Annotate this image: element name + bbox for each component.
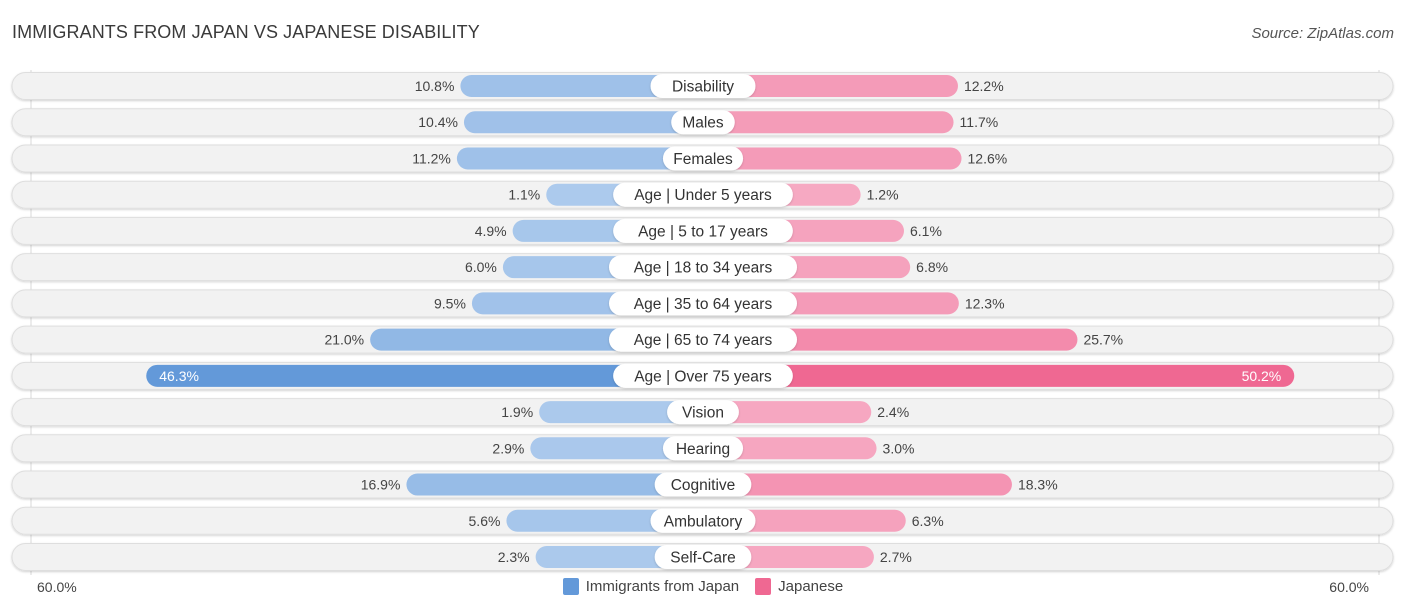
value-label-immigrants: 10.4% [418, 114, 458, 130]
diverging-bar-chart: 10.8% 12.2% Disability 10.4% 11.7% Males 11.2%… [11, 70, 1394, 575]
value-label-japanese: 25.7% [1083, 332, 1123, 348]
value-label-japanese: 18.3% [1018, 477, 1058, 493]
bar-immigrants [463, 111, 703, 134]
category-label: Females [673, 151, 733, 168]
value-label-japanese: 6.3% [912, 513, 944, 529]
category-label: Hearing [676, 441, 730, 458]
legend-swatch-japanese [755, 578, 772, 595]
chart-row: 16.9% 18.3% Cognitive [11, 470, 1394, 499]
chart-row: 10.4% 11.7% Males [11, 108, 1394, 137]
value-label-japanese: 2.4% [877, 404, 909, 420]
category-label: Age | Under 5 years [634, 187, 772, 204]
chart-row: 2.3% 2.7% Self-Care [11, 542, 1394, 571]
chart-row: 2.9% 3.0% Hearing [11, 434, 1394, 463]
value-label-immigrants: 21.0% [324, 332, 364, 348]
value-label-japanese: 12.2% [964, 78, 1004, 94]
category-label: Ambulatory [664, 513, 743, 530]
category-label: Self-Care [670, 549, 735, 566]
legend-label-immigrants: Immigrants from Japan [585, 578, 740, 595]
chart-row: 11.2% 12.6% Females [11, 144, 1394, 173]
value-label-japanese: 12.6% [968, 150, 1008, 166]
category-label: Age | 35 to 64 years [634, 296, 773, 313]
value-label-immigrants: 5.6% [469, 513, 501, 529]
value-label-japanese: 6.1% [910, 223, 942, 239]
value-label-immigrants: 2.9% [492, 440, 524, 456]
value-label-immigrants: 16.9% [361, 477, 401, 493]
value-label-japanese: 50.2% [1242, 368, 1282, 384]
value-label-immigrants: 46.3% [159, 368, 199, 384]
chart-row: 10.8% 12.2% Disability [11, 72, 1394, 100]
value-label-japanese: 2.7% [880, 549, 912, 565]
chart-row: 6.0% 6.8% Age | 18 to 34 years [11, 253, 1394, 282]
value-label-japanese: 11.7% [960, 114, 999, 130]
category-label: Cognitive [671, 477, 736, 494]
value-label-immigrants: 1.9% [501, 404, 533, 420]
legend-item-immigrants: Immigrants from Japan [562, 578, 740, 595]
value-label-immigrants: 2.3% [498, 549, 530, 565]
value-label-japanese: 12.3% [965, 295, 1005, 311]
chart-row: 1.9% 2.4% Vision [11, 398, 1394, 427]
chart-row: 1.1% 1.2% Age | Under 5 years [11, 180, 1394, 209]
category-label: Disability [672, 79, 734, 96]
value-label-japanese: 1.2% [867, 187, 899, 203]
category-label: Vision [682, 405, 724, 422]
category-label: Age | 18 to 34 years [634, 260, 773, 277]
chart-row: 9.5% 12.3% Age | 35 to 64 years [11, 289, 1394, 318]
legend-label-japanese: Japanese [778, 578, 844, 595]
legend-item-japanese: Japanese [755, 578, 843, 595]
category-label: Age | Over 75 years [634, 368, 772, 385]
value-label-immigrants: 10.8% [415, 78, 455, 94]
bar-japanese [703, 111, 954, 134]
chart-row: 4.9% 6.1% Age | 5 to 17 years [11, 216, 1394, 245]
value-label-japanese: 3.0% [883, 440, 915, 456]
value-label-japanese: 6.8% [916, 259, 948, 275]
legend-swatch-immigrants [562, 578, 579, 595]
category-label: Age | 65 to 74 years [634, 332, 773, 349]
chart-row: 46.3% 50.2% Age | Over 75 years [11, 361, 1394, 390]
legend: Immigrants from Japan Japanese [0, 578, 1406, 595]
value-label-immigrants: 11.2% [412, 150, 451, 166]
value-label-immigrants: 1.1% [508, 187, 540, 203]
chart-row: 5.6% 6.3% Ambulatory [11, 506, 1394, 535]
chart-row: 21.0% 25.7% Age | 65 to 74 years [11, 325, 1394, 354]
value-label-immigrants: 4.9% [475, 223, 507, 239]
category-label: Males [682, 115, 724, 132]
value-label-immigrants: 9.5% [434, 295, 466, 311]
value-label-immigrants: 6.0% [465, 259, 497, 275]
category-label: Age | 5 to 17 years [638, 223, 768, 240]
